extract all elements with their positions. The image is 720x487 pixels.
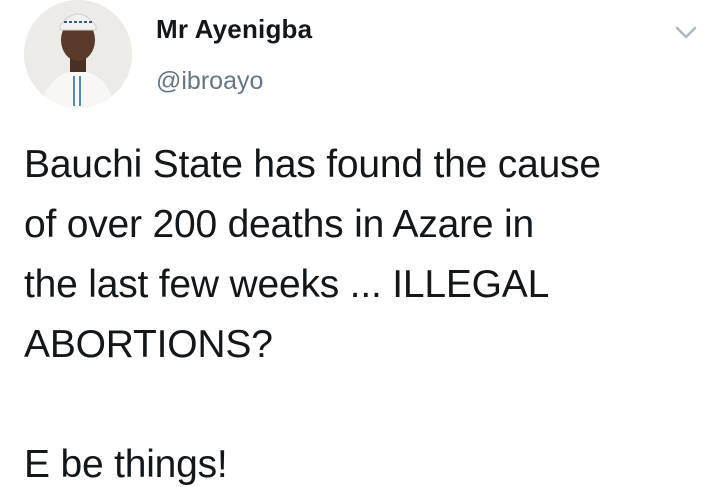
tweet-text: Bauchi State has found the cause of over… [24, 135, 704, 487]
tweet-text-line: E be things! [24, 443, 228, 486]
avatar[interactable] [24, 0, 132, 108]
author-handle[interactable]: @ibroayo [156, 67, 263, 96]
tweet-menu-button[interactable] [671, 17, 701, 47]
tweet-text-line: of over 200 deaths in Azare in [24, 203, 535, 246]
author-name[interactable]: Mr Ayenigba [156, 14, 312, 45]
tweet-card: Mr Ayenigba @ibroayo Bauchi State has fo… [0, 0, 720, 487]
chevron-down-icon [675, 26, 697, 39]
tweet-text-line: the last few weeks ... ILLEGAL [24, 263, 550, 306]
tweet-text-line: Bauchi State has found the cause [24, 143, 601, 186]
user-avatar-photo-icon [24, 0, 132, 108]
tweet-text-line: ABORTIONS? [24, 323, 273, 366]
